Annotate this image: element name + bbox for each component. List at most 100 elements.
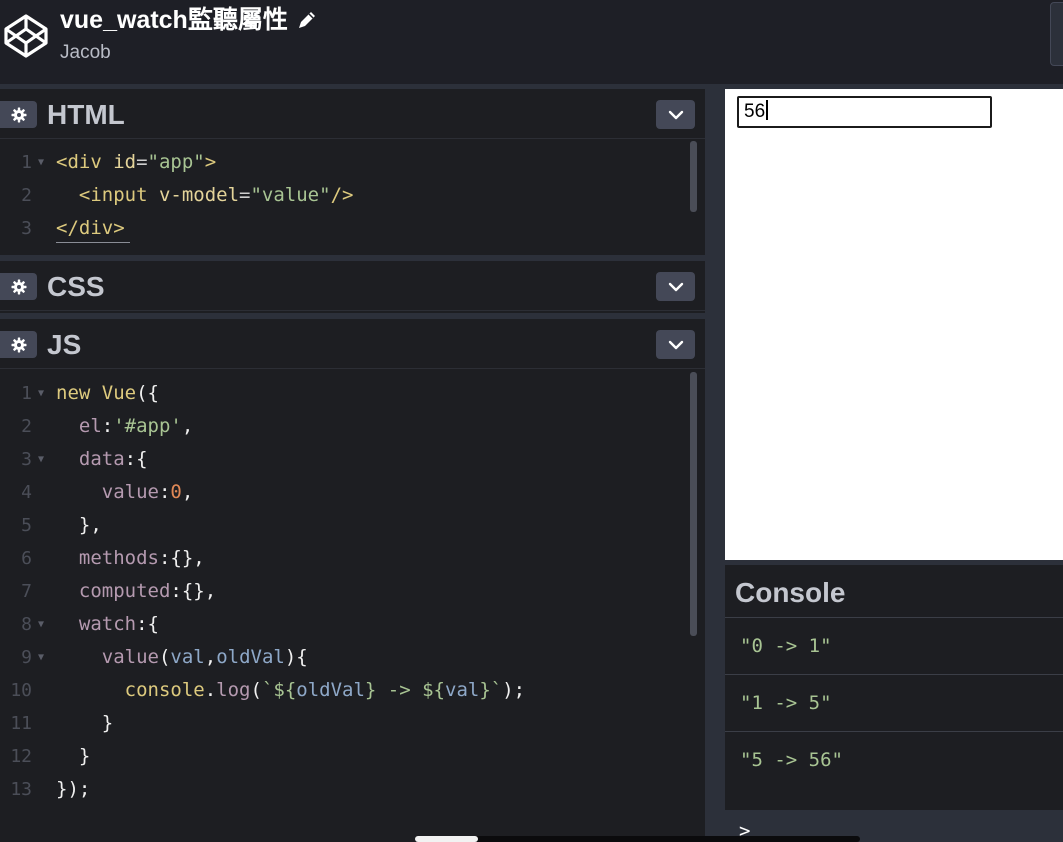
chevron-down-icon <box>668 110 683 119</box>
line-number: 4 <box>21 482 32 503</box>
line-number: 7 <box>21 581 32 602</box>
html-collapse-button[interactable] <box>656 100 695 129</box>
code-token: oldVal <box>216 646 285 668</box>
line-number: 5 <box>21 515 32 536</box>
fold-arrow-icon[interactable]: ▼ <box>38 641 44 674</box>
chevron-down-icon <box>668 282 683 291</box>
js-settings-button[interactable] <box>0 331 37 358</box>
horizontal-scrollbar-track[interactable] <box>415 836 860 842</box>
code-token: : <box>158 481 171 503</box>
code-line[interactable]: 2 el:'#app', <box>0 410 705 443</box>
console-log-entry: "0 -> 1" <box>725 617 1063 674</box>
editor-preview-splitter[interactable] <box>705 89 725 842</box>
code-line[interactable]: 1 ▼ new Vue({ <box>0 377 705 410</box>
html-panel-header: HTML <box>0 89 705 139</box>
code-text: data:{ <box>56 443 148 476</box>
fold-arrow-icon[interactable]: ▼ <box>38 377 44 410</box>
line-number: 6 <box>21 548 32 569</box>
code-line[interactable]: 3 ▼ data:{ <box>0 443 705 476</box>
line-number: 2 <box>21 416 32 437</box>
pen-title[interactable]: vue_watch監聽屬性 <box>60 4 288 36</box>
code-text: watch:{ <box>56 608 159 641</box>
preview-value-input[interactable]: 56 <box>737 96 992 128</box>
html-panel-title: HTML <box>47 99 125 130</box>
code-text: new Vue({ <box>56 377 159 410</box>
code-line[interactable]: 6 methods:{}, <box>0 542 705 575</box>
code-token: }); <box>56 778 91 800</box>
line-number: 3 <box>21 218 32 239</box>
css-collapse-button[interactable] <box>656 272 695 301</box>
code-line[interactable]: 13}); <box>0 773 705 806</box>
fold-arrow-icon[interactable]: ▼ <box>38 146 44 179</box>
code-token: new <box>56 382 102 404</box>
fold-arrow-icon[interactable]: ▼ <box>38 443 44 476</box>
code-text: <div id="app"> <box>56 146 216 179</box>
code-line[interactable]: 8 ▼ watch:{ <box>0 608 705 641</box>
code-token: <input <box>56 184 159 206</box>
css-settings-button[interactable] <box>0 273 37 300</box>
code-token: Vue <box>101 382 137 404</box>
html-line3-underline <box>56 242 130 243</box>
code-token: watch <box>56 613 137 635</box>
result-preview: 56 <box>725 89 1063 560</box>
code-token: data <box>56 448 125 470</box>
input-value: 56 <box>744 101 766 122</box>
editor-column: HTML 1 ▼ <div id="app"> 2 <input v-model="v… <box>0 89 705 842</box>
line-number: 9 <box>21 647 32 668</box>
title-row: vue_watch監聽屬性 <box>60 4 318 36</box>
code-line[interactable]: 12 } <box>0 740 705 773</box>
header-action-button[interactable] <box>1050 2 1063 66</box>
pen-author[interactable]: Jacob <box>60 42 111 64</box>
js-collapse-button[interactable] <box>656 330 695 359</box>
code-line[interactable]: 10 console.log(`${oldVal} -> ${val}`); <box>0 674 705 707</box>
js-code-editor[interactable]: 1 ▼ new Vue({2 el:'#app', 3 ▼ data:{4 value:… <box>0 377 705 806</box>
code-token: `${ <box>261 679 297 701</box>
code-token: "app" <box>147 151 205 173</box>
code-token: :{}, <box>158 547 205 569</box>
html-code-editor[interactable]: 1 ▼ <div id="app"> 2 <input v-model="value"… <box>0 146 705 245</box>
code-token: value <box>56 646 159 668</box>
line-number: 11 <box>10 713 32 734</box>
code-token: '#app' <box>113 415 182 437</box>
js-editor-scrollbar[interactable] <box>690 372 697 636</box>
code-token: ){ <box>284 646 308 668</box>
gear-icon <box>11 107 26 122</box>
codepen-logo-icon[interactable] <box>2 12 50 60</box>
code-token: = <box>136 151 148 173</box>
code-line[interactable]: 3 </div> <box>0 212 705 245</box>
code-line[interactable]: 5 }, <box>0 509 705 542</box>
code-token: computed <box>56 580 171 602</box>
code-line[interactable]: 4 value:0, <box>0 476 705 509</box>
gear-icon <box>11 337 26 352</box>
code-token: ( <box>158 646 171 668</box>
chevron-down-icon <box>668 340 683 349</box>
code-text: } <box>56 740 90 773</box>
code-token: <div <box>56 151 114 173</box>
code-token: }, <box>56 514 102 536</box>
code-token: , <box>181 481 194 503</box>
pencil-icon[interactable] <box>296 9 318 31</box>
code-line[interactable]: 1 ▼ <div id="app"> <box>0 146 705 179</box>
code-text: }, <box>56 509 102 542</box>
horizontal-scrollbar-thumb[interactable] <box>415 836 478 842</box>
code-token: ); <box>502 679 526 701</box>
js-panel-title: JS <box>47 329 82 360</box>
code-text: } <box>56 707 113 740</box>
code-line[interactable]: 7 computed:{}, <box>0 575 705 608</box>
code-line[interactable]: 2 <input v-model="value"/> <box>0 179 705 212</box>
html-editor-scrollbar[interactable] <box>690 141 697 212</box>
code-token: value <box>56 481 159 503</box>
code-token: ( <box>250 679 262 701</box>
html-settings-button[interactable] <box>0 101 37 128</box>
fold-arrow-icon[interactable]: ▼ <box>38 608 44 641</box>
console-title: Console <box>735 577 846 608</box>
console-log-entry: "1 -> 5" <box>725 674 1063 731</box>
code-token: :{ <box>124 448 148 470</box>
code-text: value:0, <box>56 476 194 509</box>
line-number: 3 <box>21 449 32 470</box>
code-line[interactable]: 9 ▼ value(val,oldVal){ <box>0 641 705 674</box>
code-text: el:'#app', <box>56 410 193 443</box>
code-text: </div> <box>56 212 125 245</box>
code-token: }` <box>479 679 503 701</box>
code-line[interactable]: 11 } <box>0 707 705 740</box>
